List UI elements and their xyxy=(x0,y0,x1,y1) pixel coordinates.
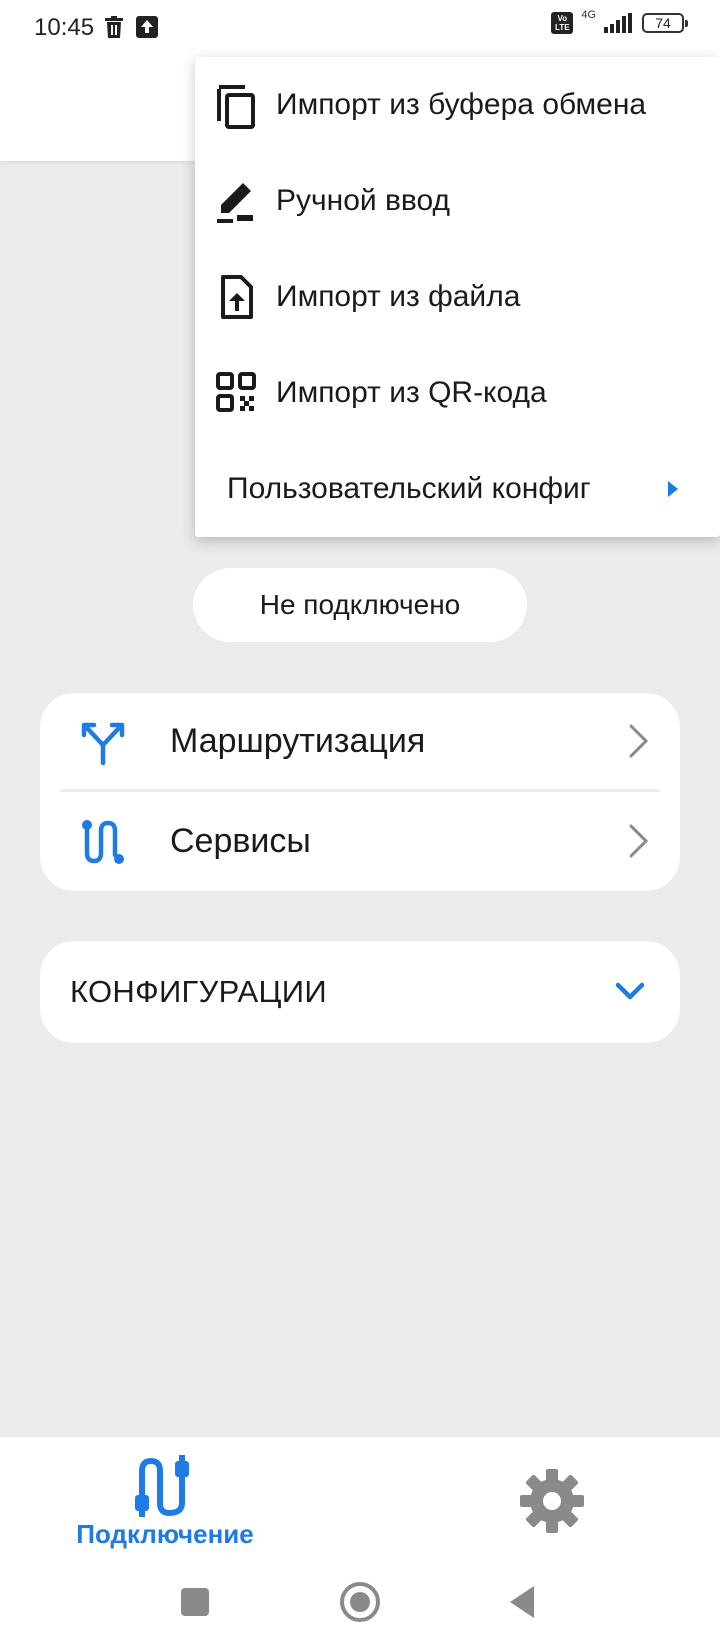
menu-item-manual-input[interactable]: Ручной ввод xyxy=(195,153,720,249)
row-divider xyxy=(60,789,660,792)
menu-item-custom-config[interactable]: Пользовательский конфиг xyxy=(195,441,720,537)
menu-item-import-qr[interactable]: Импорт из QR-кода xyxy=(195,345,720,441)
navigation-card: Маршрутизация Сервисы xyxy=(40,693,680,891)
connection-status-badge[interactable]: Не подключено xyxy=(193,568,527,642)
routing-icon xyxy=(81,722,125,765)
configurations-card[interactable]: КОНФИГУРАЦИИ xyxy=(40,941,680,1043)
menu-item-import-file[interactable]: Импорт из файла xyxy=(195,249,720,345)
battery-icon: 74 xyxy=(642,13,688,33)
chevron-right-icon xyxy=(629,724,649,758)
tab-connection-label: Подключение xyxy=(76,1519,254,1549)
services-icon xyxy=(82,820,124,864)
qr-code-icon xyxy=(216,372,256,412)
routing-row[interactable]: Маршрутизация xyxy=(40,693,680,789)
menu-item-label: Импорт из буфера обмена xyxy=(276,88,647,121)
file-upload-icon xyxy=(221,275,253,319)
back-icon[interactable] xyxy=(502,1580,546,1624)
services-row[interactable]: Сервисы xyxy=(40,793,680,889)
edit-pen-icon xyxy=(217,183,253,223)
menu-item-label: Импорт из QR-кода xyxy=(276,376,547,409)
upload-icon xyxy=(136,16,158,38)
status-bar: 10:45 Vo LTE 4G 74 xyxy=(0,0,720,56)
trash-icon xyxy=(105,16,123,38)
gear-icon[interactable] xyxy=(518,1467,586,1535)
network-type-label: 4G xyxy=(581,9,596,21)
chevron-right-icon xyxy=(629,824,649,858)
chevron-down-icon[interactable] xyxy=(614,979,646,1003)
menu-item-label: Пользовательский конфиг xyxy=(227,472,591,505)
menu-item-label: Импорт из файла xyxy=(276,280,521,313)
configurations-title: КОНФИГУРАЦИИ xyxy=(70,974,327,1009)
home-icon[interactable] xyxy=(338,1580,382,1624)
import-menu: Импорт из буфера обмена Ручной ввод Импо… xyxy=(195,57,720,537)
submenu-arrow-icon xyxy=(668,481,678,497)
volte-icon: Vo LTE xyxy=(551,12,574,34)
routing-label: Маршрутизация xyxy=(170,721,426,760)
connection-icon xyxy=(135,1455,189,1517)
menu-item-import-clipboard[interactable]: Импорт из буфера обмена xyxy=(195,57,720,153)
services-label: Сервисы xyxy=(170,821,311,860)
clipboard-copy-icon xyxy=(217,85,255,129)
recent-apps-icon[interactable] xyxy=(173,1580,217,1624)
signal-strength-icon xyxy=(604,13,632,33)
menu-item-label: Ручной ввод xyxy=(276,184,451,217)
status-time: 10:45 xyxy=(34,14,95,41)
system-navigation-bar xyxy=(0,1560,720,1650)
tab-connection[interactable]: Подключение xyxy=(60,1455,270,1555)
